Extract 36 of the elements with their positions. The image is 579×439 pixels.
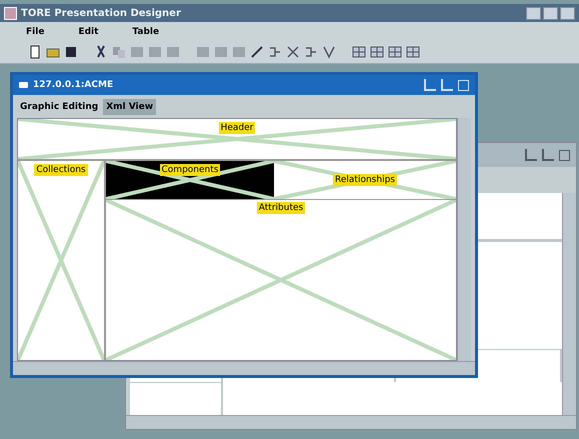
grid-icon[interactable] [370, 45, 384, 59]
fork-icon[interactable] [268, 45, 282, 59]
pencil-icon[interactable] [250, 45, 264, 59]
grid-icon[interactable] [388, 45, 402, 59]
menu-item[interactable]: Edit [56, 26, 110, 36]
region-label: Relationships [333, 174, 397, 186]
window-title: TORE Presentation Designer [21, 8, 181, 18]
resize-icon[interactable] [525, 149, 537, 161]
selected-region[interactable]: Components [106, 161, 274, 199]
x-shape-icon[interactable] [286, 45, 300, 59]
close-button[interactable] [560, 6, 575, 20]
window-icon [19, 82, 28, 88]
window-title: 127.0.0.1:ACME [33, 80, 114, 90]
vertical-scrollbar[interactable] [562, 193, 576, 415]
menu-item[interactable]: Table [110, 26, 172, 36]
horizontal-scrollbar[interactable] [13, 361, 475, 375]
region-label: Header [218, 122, 256, 134]
grid-icon[interactable] [352, 45, 366, 59]
save-icon[interactable] [64, 45, 78, 59]
tab[interactable]: Graphic Editing [17, 99, 102, 115]
region-label: Collections [34, 164, 88, 176]
vertical-scrollbar[interactable] [457, 118, 471, 361]
region-label: Components [160, 164, 220, 176]
minimize-button[interactable] [526, 6, 541, 20]
new-file-icon[interactable] [28, 45, 42, 59]
close-icon[interactable] [559, 150, 570, 160]
tab[interactable]: Xml View [103, 99, 156, 115]
fork-icon[interactable] [304, 45, 318, 59]
menu-item[interactable]: File [0, 26, 56, 36]
maximize-icon[interactable] [542, 149, 554, 161]
v-shape-icon[interactable] [322, 45, 336, 59]
horizontal-scrollbar[interactable] [126, 415, 576, 429]
grid-icon[interactable] [406, 45, 420, 59]
maximize-button[interactable] [543, 6, 558, 20]
region-label: Attributes [256, 202, 306, 214]
app-icon [4, 6, 17, 20]
